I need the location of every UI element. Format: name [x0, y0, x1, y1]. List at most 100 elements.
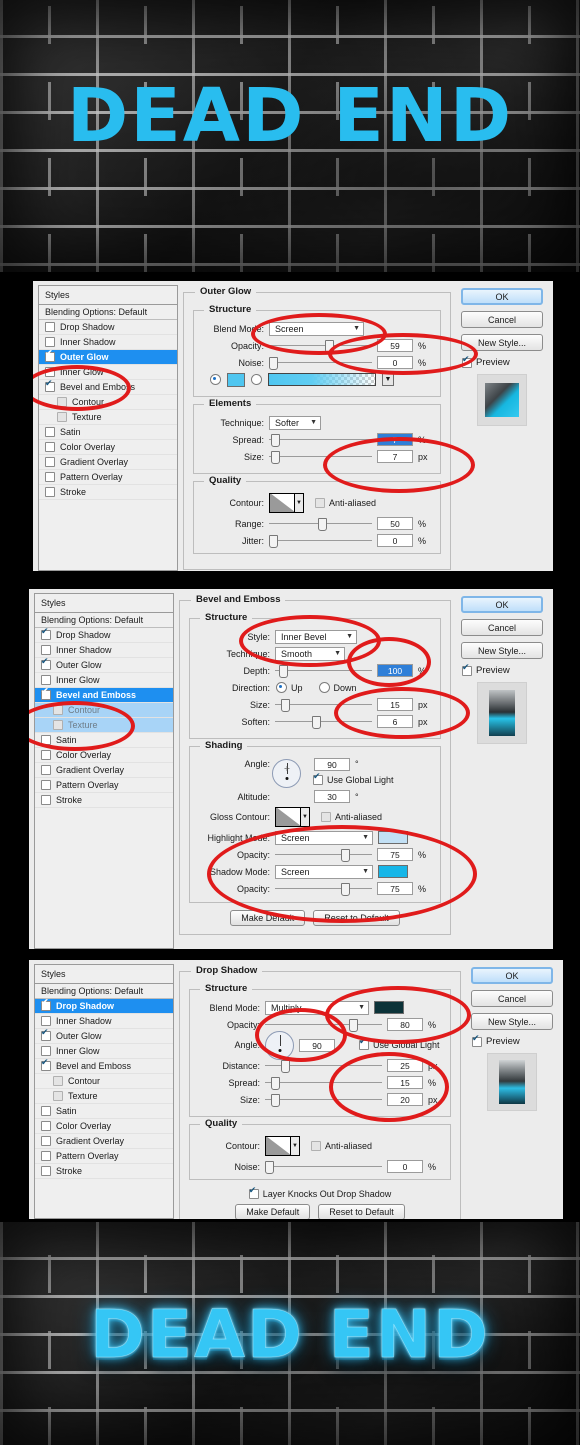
new-style-button[interactable]: New Style... [471, 1013, 553, 1030]
depth-value[interactable]: 100 [377, 664, 413, 677]
sidebar-item-satin[interactable]: Satin [35, 1104, 173, 1119]
sidebar-item-contour[interactable]: Contour [39, 395, 177, 410]
use-global-light-checkbox[interactable]: Use Global Light [313, 771, 394, 785]
make-default-button[interactable]: Make Default [235, 1204, 311, 1219]
angle-dial[interactable] [272, 759, 301, 788]
noise-slider[interactable] [265, 1160, 382, 1174]
sidebar-item-outer-glow[interactable]: Outer Glow [39, 348, 177, 365]
sidebar-item-contour[interactable]: Contour [35, 1074, 173, 1089]
size-slider[interactable] [265, 1093, 382, 1107]
blend-mode-select[interactable]: Multiply ▼ [265, 1000, 369, 1015]
new-style-button[interactable]: New Style... [461, 334, 543, 351]
checkbox-icon[interactable] [315, 498, 325, 508]
ok-button[interactable]: OK [461, 596, 543, 613]
sidebar-item-texture[interactable]: Texture [35, 718, 173, 733]
sidebar-item-drop-shadow[interactable]: Drop Shadow [35, 626, 173, 643]
glow-gradient-preview[interactable] [268, 373, 376, 386]
checkbox-icon[interactable] [41, 1016, 51, 1026]
chevron-down-icon[interactable]: ▼ [301, 807, 310, 827]
radio-icon[interactable] [276, 682, 287, 693]
checkbox-icon[interactable] [53, 1091, 63, 1101]
layer-style-dialog-outer-glow[interactable]: Styles Blending Options: Default Drop Sh… [30, 278, 556, 574]
sidebar-item-contour[interactable]: Contour [35, 703, 173, 718]
chevron-down-icon[interactable]: ▼ [382, 373, 394, 386]
checkbox-icon[interactable] [45, 442, 55, 452]
preview-checkbox[interactable]: Preview [462, 354, 510, 368]
checkbox-icon[interactable] [321, 812, 331, 822]
opacity-value[interactable]: 59 [377, 339, 413, 352]
checkbox-icon[interactable] [41, 1027, 51, 1041]
shadow-color-swatch[interactable] [374, 1001, 404, 1014]
checkbox-icon[interactable] [45, 457, 55, 467]
checkbox-icon[interactable] [248, 1185, 259, 1199]
highlight-mode-select[interactable]: Screen ▼ [275, 830, 373, 845]
sidebar-item-bevel-and-emboss[interactable]: Bevel and Emboss [35, 1057, 173, 1074]
sidebar-item-color-overlay[interactable]: Color Overlay [35, 748, 173, 763]
chevron-down-icon[interactable]: ▼ [295, 493, 304, 513]
shadow-opacity-slider[interactable] [275, 882, 372, 896]
spread-value[interactable]: 15 [387, 1076, 423, 1089]
sidebar-item-texture[interactable]: Texture [35, 1089, 173, 1104]
gloss-contour-picker[interactable]: ▼ [275, 807, 310, 827]
layer-style-dialog-drop-shadow[interactable]: Styles Blending Options: Default Drop Sh… [26, 957, 566, 1222]
checkbox-icon[interactable] [53, 1076, 63, 1086]
sidebar-item-drop-shadow[interactable]: Drop Shadow [35, 997, 173, 1014]
contour-picker[interactable]: ▼ [269, 493, 304, 513]
checkbox-icon[interactable] [45, 472, 55, 482]
checkbox-icon[interactable] [41, 1121, 51, 1131]
blending-options-row[interactable]: Blending Options: Default [35, 984, 173, 999]
sidebar-item-inner-shadow[interactable]: Inner Shadow [35, 643, 173, 658]
checkbox-icon[interactable] [41, 1046, 51, 1056]
opacity-slider[interactable] [269, 339, 372, 353]
checkbox-icon[interactable] [41, 645, 51, 655]
depth-slider[interactable] [275, 664, 372, 678]
sidebar-item-satin[interactable]: Satin [39, 425, 177, 440]
checkbox-icon[interactable] [311, 1141, 321, 1151]
highlight-color-swatch[interactable] [378, 831, 408, 844]
shadow-color-swatch[interactable] [378, 865, 408, 878]
cancel-button[interactable]: Cancel [461, 619, 543, 636]
new-style-button[interactable]: New Style... [461, 642, 543, 659]
sidebar-item-pattern-overlay[interactable]: Pattern Overlay [35, 1149, 173, 1164]
cancel-button[interactable]: Cancel [461, 311, 543, 328]
checkbox-icon[interactable] [41, 1151, 51, 1161]
styles-list[interactable]: Blending Options: Default Drop Shadow In… [34, 984, 174, 1219]
sidebar-item-gradient-overlay[interactable]: Gradient Overlay [35, 1134, 173, 1149]
sidebar-item-color-overlay[interactable]: Color Overlay [39, 440, 177, 455]
sidebar-item-pattern-overlay[interactable]: Pattern Overlay [35, 778, 173, 793]
checkbox-icon[interactable] [53, 705, 63, 715]
styles-list[interactable]: Blending Options: Default Drop Shadow In… [34, 613, 174, 949]
use-global-light-checkbox[interactable]: Use Global Light [359, 1036, 440, 1050]
anti-aliased-checkbox[interactable]: Anti-aliased [321, 812, 382, 822]
angle-value[interactable]: 90 [314, 757, 350, 771]
sidebar-item-stroke[interactable]: Stroke [35, 1164, 173, 1179]
noise-value[interactable]: 0 [377, 356, 413, 369]
checkbox-icon[interactable] [45, 337, 55, 347]
checkbox-icon[interactable] [41, 997, 51, 1011]
technique-select[interactable]: Softer ▼ [269, 415, 321, 430]
shadow-mode-select[interactable]: Screen ▼ [275, 864, 373, 879]
opacity-slider[interactable] [265, 1018, 382, 1032]
noise-slider[interactable] [269, 356, 372, 370]
angle-dial[interactable] [265, 1030, 294, 1060]
sidebar-item-stroke[interactable]: Stroke [35, 793, 173, 808]
checkbox-icon[interactable] [472, 1033, 482, 1047]
anti-aliased-checkbox[interactable]: Anti-aliased [311, 1141, 372, 1151]
checkbox-icon[interactable] [57, 412, 67, 422]
sidebar-item-inner-glow[interactable]: Inner Glow [35, 1044, 173, 1059]
checkbox-icon[interactable] [462, 354, 472, 368]
checkbox-icon[interactable] [57, 397, 67, 407]
sidebar-item-texture[interactable]: Texture [39, 410, 177, 425]
make-default-button[interactable]: Make Default [230, 910, 306, 926]
jitter-slider[interactable] [269, 534, 372, 548]
blending-options-row[interactable]: Blending Options: Default [35, 613, 173, 628]
checkbox-icon[interactable] [41, 1057, 51, 1071]
reset-to-default-button[interactable]: Reset to Default [313, 910, 400, 926]
checkbox-icon[interactable] [45, 427, 55, 437]
direction-radio-up[interactable]: Up [276, 682, 303, 693]
sidebar-item-bevel-and-emboss[interactable]: Bevel and Emboss [39, 378, 177, 395]
checkbox-icon[interactable] [41, 675, 51, 685]
checkbox-icon[interactable] [359, 1036, 369, 1050]
distance-slider[interactable] [265, 1059, 382, 1073]
distance-value[interactable]: 25 [387, 1059, 423, 1072]
